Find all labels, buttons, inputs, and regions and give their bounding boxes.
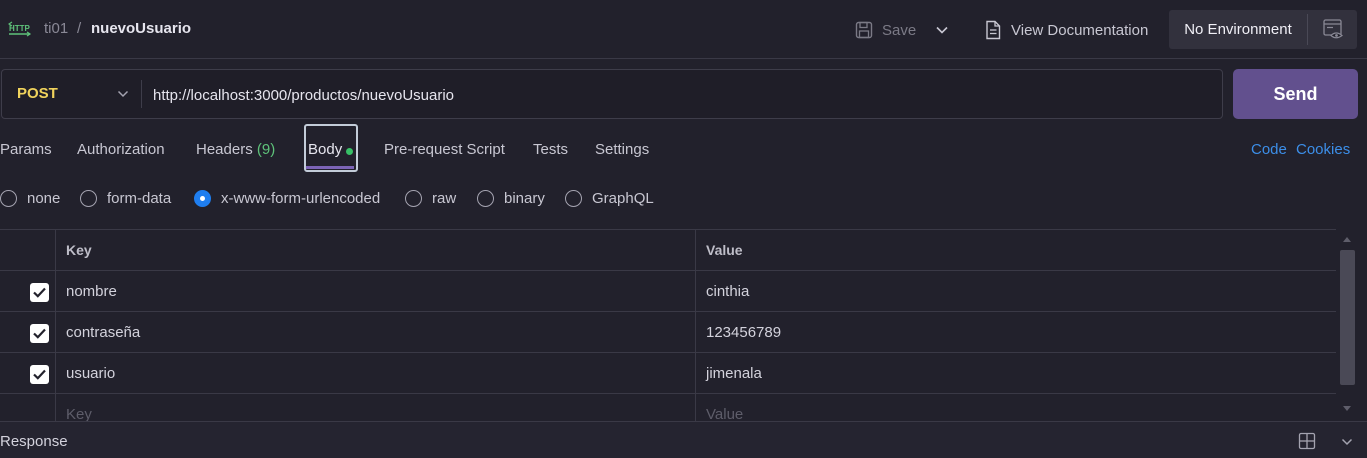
checkmark-icon [33,328,46,339]
breadcrumb-separator: / [77,20,82,37]
row-enabled-checkbox[interactable] [30,365,49,384]
cookies-link[interactable]: Cookies [1296,141,1350,158]
radio-x-www-form-urlencoded[interactable]: x-www-form-urlencoded [194,190,380,207]
tab-headers-label: Headers [196,141,253,158]
save-icon [855,21,873,39]
tab-settings[interactable]: Settings [595,141,649,158]
chevron-down-icon[interactable] [934,22,950,38]
row-key-field[interactable]: contraseña [56,312,696,353]
view-documentation-button[interactable]: View Documentation [984,18,1148,42]
row-key-field[interactable]: nombre [56,271,696,312]
tab-authorization[interactable]: Authorization [77,141,165,158]
radio-label: form-data [107,190,172,207]
radio-label: GraphQL [592,190,654,207]
chevron-down-icon[interactable] [1340,435,1354,449]
chevron-down-icon[interactable] [116,87,130,101]
table-header-checkbox-cell [0,230,56,271]
radio-label: x-www-form-urlencoded [221,190,381,207]
row-value-field[interactable]: 123456789 [696,312,1336,353]
send-button[interactable]: Send [1233,69,1358,119]
body-status-dot [346,148,353,155]
radio-circle [0,190,17,207]
radio-raw[interactable]: raw [405,190,456,207]
environment-select[interactable]: No Environment [1169,10,1307,49]
tab-headers[interactable]: Headers (9) [196,141,275,158]
radio-circle [477,190,494,207]
radio-label: raw [432,190,457,207]
response-title: Response [0,433,68,450]
tab-tests[interactable]: Tests [533,141,568,158]
document-icon [986,20,1001,40]
new-value-field[interactable]: Value [696,394,1336,421]
table-row-new: Key Value [0,394,1336,421]
headers-count-badge: (9) [256,141,276,158]
table-header-row: Key Value [0,230,1336,271]
tab-params[interactable]: Params [0,141,52,158]
scrollbar-thumb[interactable] [1340,250,1355,385]
url-input[interactable] [153,85,1213,105]
row-value-field[interactable]: jimenala [696,353,1336,394]
column-header-key: Key [56,230,696,271]
radio-circle [565,190,582,207]
radio-binary[interactable]: binary [477,190,545,207]
row-checkbox-cell [0,394,56,421]
row-checkbox-cell [0,312,56,353]
radio-label: none [27,190,61,207]
checkmark-icon [33,287,46,298]
row-checkbox-cell [0,353,56,394]
split-layout-icon[interactable] [1298,432,1316,450]
breadcrumb-collection[interactable]: ti01 [44,20,68,37]
radio-label: binary [504,190,545,207]
column-header-value: Value [706,242,743,258]
new-key-field[interactable]: Key [56,394,696,421]
radio-graphql[interactable]: GraphQL [565,190,654,207]
table-row: usuario jimenala [0,353,1336,394]
table-row: nombre cinthia [0,271,1336,312]
request-header [0,0,1367,59]
environment-divider [1307,14,1308,45]
row-value-field[interactable]: cinthia [696,271,1336,312]
radio-form-data[interactable]: form-data [80,190,171,207]
breadcrumb-request-name[interactable]: nuevoUsuario [91,20,191,37]
table-row: contraseña 123456789 [0,312,1336,353]
url-divider [141,80,142,108]
http-icon: HTTP [8,21,32,37]
row-enabled-checkbox[interactable] [30,283,49,302]
scroll-up-arrow-icon[interactable] [1342,235,1352,243]
radio-none[interactable]: none [0,190,60,207]
save-button[interactable]: Save [855,18,916,42]
code-link[interactable]: Code [1251,141,1287,158]
radio-circle [80,190,97,207]
method-select[interactable]: POST [17,85,58,102]
eye-icon[interactable] [1322,18,1344,40]
view-documentation-label: View Documentation [1011,21,1149,39]
tab-body-label: Body [308,141,343,158]
save-label: Save [882,21,917,39]
radio-circle [405,190,422,207]
row-checkbox-cell [0,271,56,312]
row-key-field[interactable]: usuario [56,353,696,394]
active-tab-indicator [306,166,354,169]
checkmark-icon [33,369,46,380]
row-enabled-checkbox[interactable] [30,324,49,343]
key-value-table: Key Value nombre cinthia contraseña 1234… [0,229,1336,421]
response-panel-header [0,421,1367,458]
tab-prerequest-script[interactable]: Pre-request Script [384,141,505,158]
radio-circle-selected [194,190,211,207]
scroll-down-arrow-icon[interactable] [1342,405,1352,413]
